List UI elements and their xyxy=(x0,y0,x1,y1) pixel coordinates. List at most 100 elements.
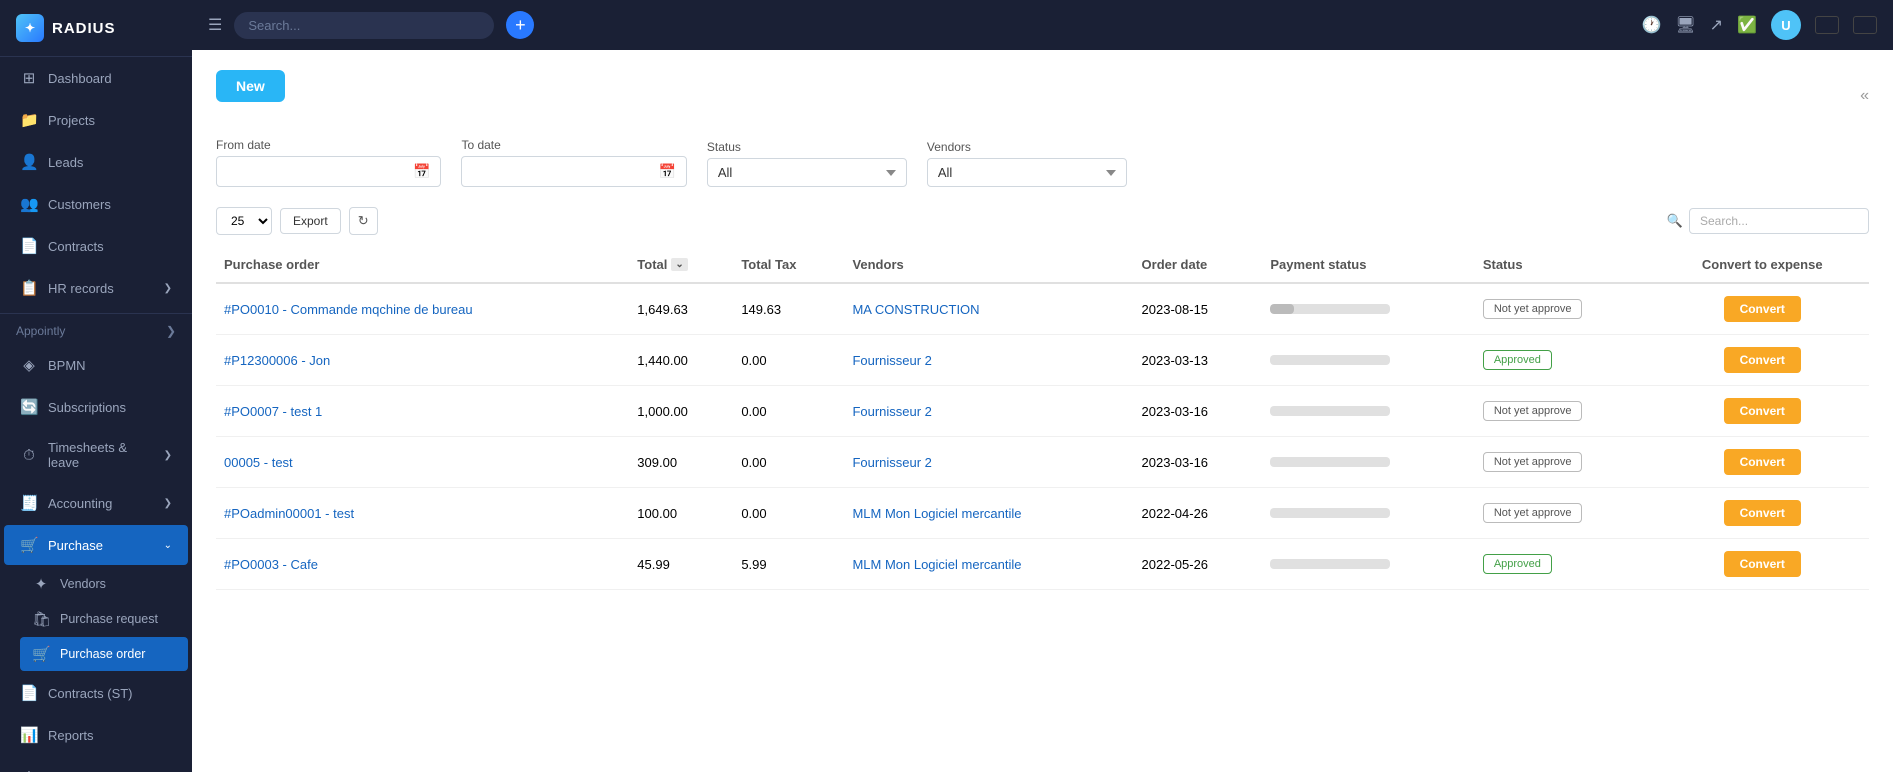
sidebar-item-label: Contracts xyxy=(48,239,104,254)
share-icon[interactable]: ↗ xyxy=(1710,15,1723,35)
vendors-filter-select[interactable]: All xyxy=(927,158,1127,187)
cell-vendor: Fournisseur 2 xyxy=(844,386,1133,437)
sidebar-item-purchase-order[interactable]: 🛒 Purchase order xyxy=(20,637,188,671)
cell-order-date: 2023-03-16 xyxy=(1134,437,1263,488)
sidebar-item-hr-records[interactable]: 📋 HR records ❯ xyxy=(4,268,188,308)
status-badge: Approved xyxy=(1483,350,1552,370)
sidebar-item-dashboard[interactable]: ⊞ Dashboard xyxy=(4,58,188,98)
sidebar-item-label: Projects xyxy=(48,113,95,128)
convert-button[interactable]: Convert xyxy=(1724,347,1801,373)
to-date-input[interactable] xyxy=(472,164,652,179)
vendor-link[interactable]: MLM Mon Logiciel mercantile xyxy=(852,506,1021,521)
purchase-order-link[interactable]: #PO0007 - test 1 xyxy=(224,404,322,419)
col-total[interactable]: Total ⌄ xyxy=(629,247,733,283)
table-search-input[interactable] xyxy=(1689,208,1869,234)
add-new-button[interactable]: + xyxy=(506,11,534,39)
appointly-caret-icon: ❯ xyxy=(166,324,176,338)
sidebar-item-vendors[interactable]: ✦ Vendors xyxy=(20,567,188,601)
timesheets-caret-icon: ❯ xyxy=(164,450,172,461)
export-button[interactable]: Export xyxy=(280,208,341,234)
cell-payment-status xyxy=(1262,283,1474,335)
convert-button[interactable]: Convert xyxy=(1724,449,1801,475)
purchase-order-link[interactable]: #POadmin00001 - test xyxy=(224,506,354,521)
sidebar-item-accounting[interactable]: 🧾 Accounting ❯ xyxy=(4,483,188,523)
global-search-input[interactable] xyxy=(234,12,494,39)
from-date-input[interactable] xyxy=(227,164,407,179)
cell-purchase-order: #PO0003 - Cafe xyxy=(216,539,629,590)
sidebar: ✦ RADIUS ⊞ Dashboard 📁 Projects 👤 Leads … xyxy=(0,0,192,772)
cell-convert: Convert xyxy=(1655,386,1869,437)
table-row: 00005 - test 309.00 0.00 Fournisseur 2 2… xyxy=(216,437,1869,488)
from-date-label: From date xyxy=(216,138,441,152)
sidebar-item-label: Reports xyxy=(48,728,94,743)
sidebar-item-label: HR records xyxy=(48,281,114,296)
cell-vendor: MLM Mon Logiciel mercantile xyxy=(844,539,1133,590)
new-button[interactable]: New xyxy=(216,70,285,102)
from-date-calendar-icon[interactable]: 📅 xyxy=(413,163,430,180)
sidebar-item-setting[interactable]: ⚙ Setting xyxy=(4,757,188,772)
main-content: New « From date 📅 To date 📅 Status xyxy=(192,50,1893,772)
collapse-panel-button[interactable]: « xyxy=(1860,87,1869,105)
vendor-link[interactable]: MA CONSTRUCTION xyxy=(852,302,979,317)
checklist-icon[interactable]: ✅ xyxy=(1737,15,1757,35)
appointly-section: Appointly ❯ xyxy=(0,318,192,344)
convert-button[interactable]: Convert xyxy=(1724,551,1801,577)
sidebar-item-leads[interactable]: 👤 Leads xyxy=(4,142,188,182)
sidebar-item-subscriptions[interactable]: 🔄 Subscriptions xyxy=(4,387,188,427)
vendors-filter-label: Vendors xyxy=(927,140,1127,154)
sidebar-item-contracts[interactable]: 📄 Contracts xyxy=(4,226,188,266)
sidebar-item-purchase[interactable]: 🛒 Purchase ⌄ xyxy=(4,525,188,565)
table-row: #PO0003 - Cafe 45.99 5.99 MLM Mon Logici… xyxy=(216,539,1869,590)
payment-bar xyxy=(1270,508,1390,518)
vendor-link[interactable]: Fournisseur 2 xyxy=(852,404,931,419)
sidebar-item-contracts-st[interactable]: 📄 Contracts (ST) xyxy=(4,673,188,713)
convert-button[interactable]: Convert xyxy=(1724,500,1801,526)
cell-order-date: 2022-04-26 xyxy=(1134,488,1263,539)
vendor-link[interactable]: Fournisseur 2 xyxy=(852,353,931,368)
convert-button[interactable]: Convert xyxy=(1724,398,1801,424)
sidebar-item-timesheets[interactable]: ⏱ Timesheets & leave ❯ xyxy=(4,429,188,481)
status-filter-select[interactable]: All xyxy=(707,158,907,187)
sidebar-item-customers[interactable]: 👥 Customers xyxy=(4,184,188,224)
cell-payment-status xyxy=(1262,437,1474,488)
subscriptions-icon: 🔄 xyxy=(20,398,38,416)
sidebar-item-projects[interactable]: 📁 Projects xyxy=(4,100,188,140)
cell-total-tax: 0.00 xyxy=(733,386,844,437)
total-sort-icon: ⌄ xyxy=(671,258,687,271)
sidebar-item-bpmn[interactable]: ◈ BPMN xyxy=(4,345,188,385)
purchase-order-link[interactable]: #P12300006 - Jon xyxy=(224,353,330,368)
monitor-icon[interactable]: 🖥 xyxy=(1675,15,1695,35)
window-maximize-button[interactable] xyxy=(1853,16,1877,34)
projects-icon: 📁 xyxy=(20,111,38,129)
window-minimize-button[interactable] xyxy=(1815,16,1839,34)
col-vendors: Vendors xyxy=(844,247,1133,283)
cell-status: Approved xyxy=(1475,539,1656,590)
refresh-button[interactable]: ↻ xyxy=(349,207,378,235)
col-purchase-order: Purchase order xyxy=(216,247,629,283)
setting-icon: ⚙ xyxy=(20,768,38,772)
purchase-order-link[interactable]: 00005 - test xyxy=(224,455,293,470)
reports-icon: 📊 xyxy=(20,726,38,744)
hamburger-button[interactable]: ☰ xyxy=(208,15,222,35)
per-page-select[interactable]: 25 xyxy=(216,207,272,235)
table-search-icon: 🔍 xyxy=(1667,213,1683,229)
purchase-order-link[interactable]: #PO0003 - Cafe xyxy=(224,557,318,572)
logo-text: RADIUS xyxy=(52,20,116,37)
vendor-link[interactable]: Fournisseur 2 xyxy=(852,455,931,470)
cell-convert: Convert xyxy=(1655,437,1869,488)
to-date-calendar-icon[interactable]: 📅 xyxy=(658,163,675,180)
sidebar-item-purchase-request[interactable]: 🛍 Purchase request xyxy=(20,602,188,636)
vendor-link[interactable]: MLM Mon Logiciel mercantile xyxy=(852,557,1021,572)
cell-convert: Convert xyxy=(1655,283,1869,335)
purchase-order-link[interactable]: #PO0010 - Commande mqchine de bureau xyxy=(224,302,473,317)
cell-total: 1,000.00 xyxy=(629,386,733,437)
sidebar-item-label: Subscriptions xyxy=(48,400,126,415)
avatar[interactable]: U xyxy=(1771,10,1801,40)
convert-button[interactable]: Convert xyxy=(1724,296,1801,322)
status-badge: Approved xyxy=(1483,554,1552,574)
sidebar-item-reports[interactable]: 📊 Reports xyxy=(4,715,188,755)
contracts-st-icon: 📄 xyxy=(20,684,38,702)
accounting-icon: 🧾 xyxy=(20,494,38,512)
history-icon[interactable]: 🕐 xyxy=(1641,15,1661,35)
total-sort-header[interactable]: Total ⌄ xyxy=(637,257,725,272)
